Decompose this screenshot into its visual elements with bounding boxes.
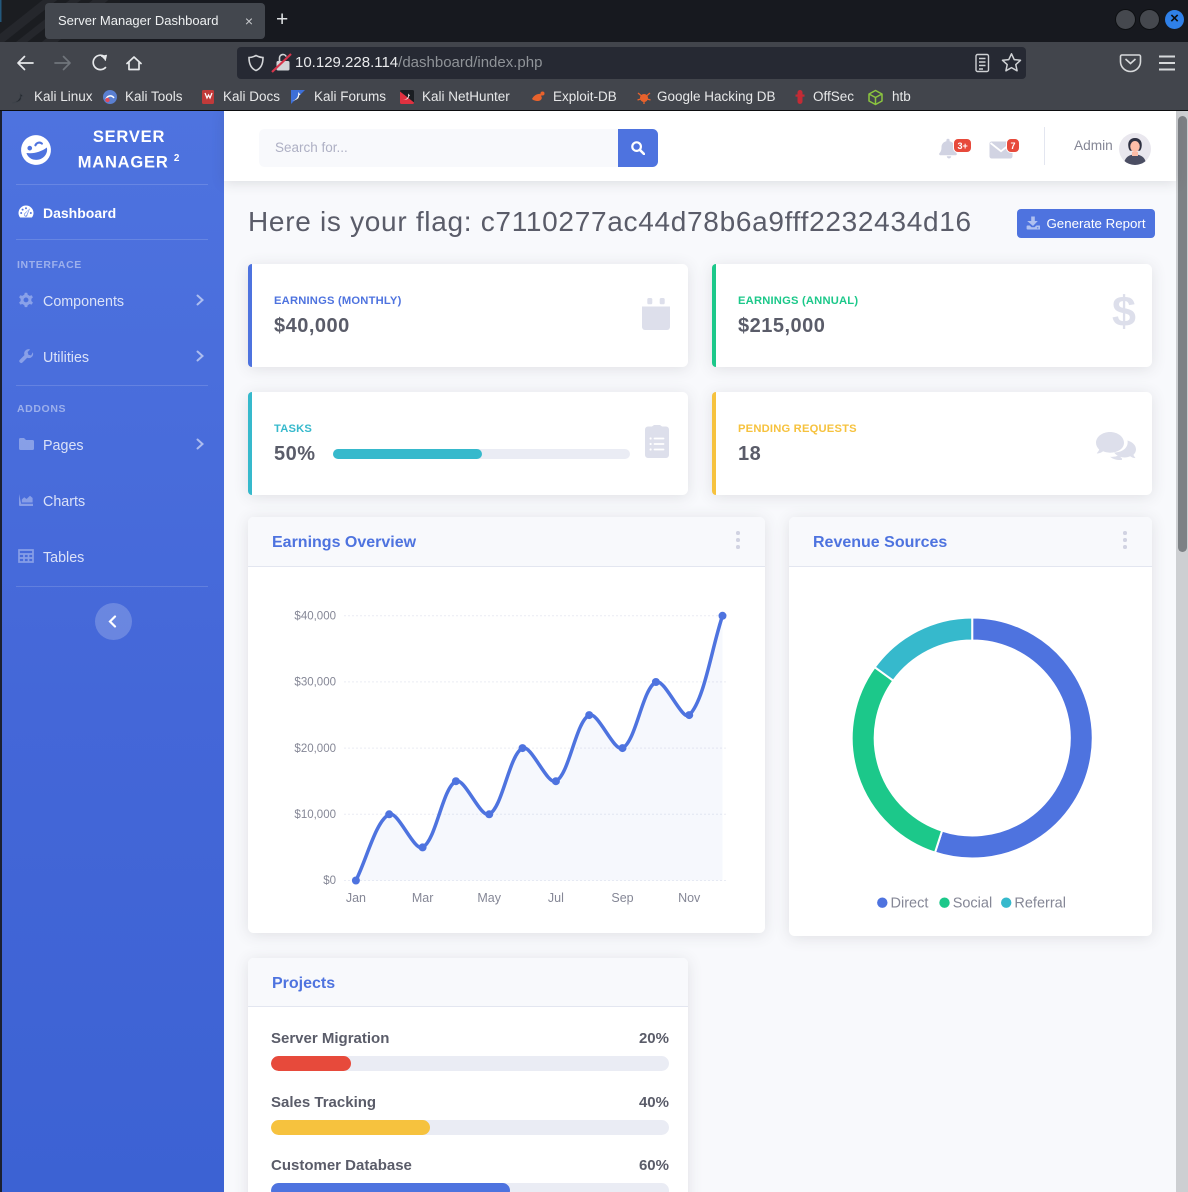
svg-text:Nov: Nov xyxy=(678,891,701,905)
svg-text:Jul: Jul xyxy=(548,891,564,905)
svg-text:$30,000: $30,000 xyxy=(294,677,336,689)
svg-text:Mar: Mar xyxy=(412,891,434,905)
svg-text:Referral: Referral xyxy=(1014,896,1066,912)
svg-text:Jan: Jan xyxy=(346,891,366,905)
svg-text:$0: $0 xyxy=(323,875,336,887)
svg-text:$20,000: $20,000 xyxy=(294,743,336,755)
svg-text:Sep: Sep xyxy=(611,891,633,905)
svg-text:Direct: Direct xyxy=(891,896,929,912)
svg-text:Social: Social xyxy=(953,896,993,912)
svg-text:May: May xyxy=(477,891,501,905)
svg-text:$10,000: $10,000 xyxy=(294,809,336,821)
svg-text:$40,000: $40,000 xyxy=(294,611,336,623)
